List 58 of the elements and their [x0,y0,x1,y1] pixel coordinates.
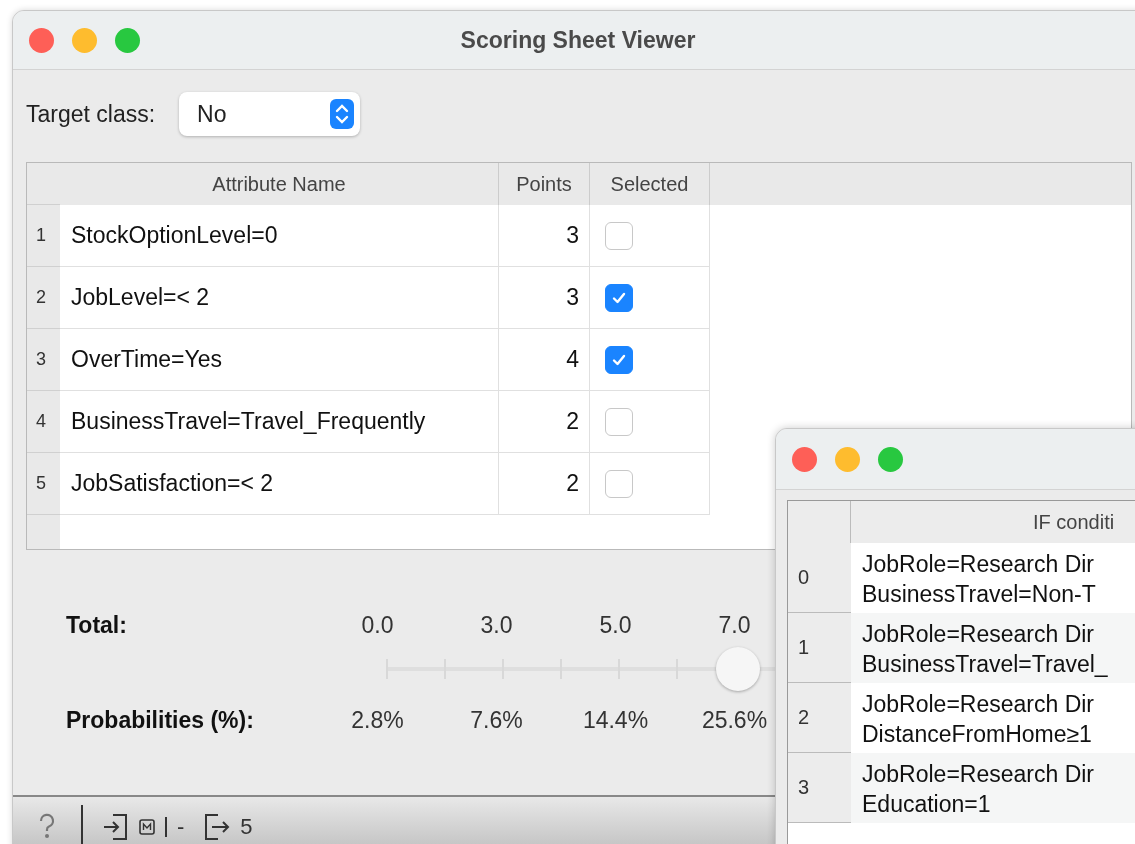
table-cell-text: JobRole=Research Dir BusinessTravel=Non-T [861,550,1097,609]
output-count: 5 [240,814,253,840]
column-header[interactable]: Points [499,163,590,205]
target-class-select[interactable]: No [179,92,361,136]
tick-label: 5.0 [598,612,633,639]
input-icon [103,813,129,841]
checkbox[interactable] [605,469,633,498]
column-header[interactable]: Attribute Name [60,163,499,205]
slider-thumb[interactable] [716,647,761,691]
row-number: 3 [788,753,851,823]
input-count: - [177,814,185,840]
row-number: 5 [27,453,60,515]
row-number: 2 [788,683,851,753]
tick-label: 7.0 [717,612,752,639]
table-cell: 4 [499,329,590,391]
zoom-icon[interactable] [878,446,903,472]
table-cell: StockOptionLevel=0 [60,205,499,267]
probability-value: 2.8% [350,707,405,734]
row-number: 1 [27,205,60,267]
tick-label: 3.0 [479,612,514,639]
row-number: 4 [27,391,60,453]
help-icon[interactable] [37,813,57,841]
probabilities-label: Probabilities (%): [66,707,255,734]
table-cell: BusinessTravel=Travel_Frequently [60,391,499,453]
checkbox[interactable] [605,283,633,312]
table-cell: 2 [499,453,590,515]
checkbox[interactable] [605,345,633,374]
row-number: 3 [27,329,60,391]
probability-value: 25.6% [700,707,769,734]
table-cell: JobRole=Research Dir Education=1 [851,753,1135,823]
window-title: Scoring Sheet Viewer [460,26,696,54]
row-number: 0 [788,543,851,613]
row-number: 2 [27,267,60,329]
minimize-icon[interactable] [835,446,860,472]
minimize-icon[interactable] [72,27,97,53]
probability-value: 7.6% [469,707,524,734]
stepper-icon [330,99,355,129]
table-cell-text: JobRole=Research Dir DistanceFromHome≥1 [861,690,1096,749]
close-icon[interactable] [29,27,54,53]
table-cell: 3 [499,205,590,267]
model-icon [139,819,155,835]
tick-label: 0.0 [360,612,395,639]
total-label: Total: [66,612,128,639]
table-cell: 3 [499,267,590,329]
column-header[interactable]: Selected [590,163,710,205]
close-icon[interactable] [792,446,817,472]
checkbox[interactable] [605,221,633,250]
output-icon [204,813,231,841]
table-cell: JobRole=Research Dir BusinessTravel=Travel_ [851,613,1135,683]
zoom-icon[interactable] [115,27,140,53]
table-cell: OverTime=Yes [60,329,499,391]
row-number: 1 [788,613,851,683]
table-cell: 2 [499,391,590,453]
checkbox[interactable] [605,407,633,436]
table-cell: JobLevel=< 2 [60,267,499,329]
table-cell: JobSatisfaction=< 2 [60,453,499,515]
probability-value: 14.4% [581,707,650,734]
target-class-label: Target class: [26,100,156,128]
